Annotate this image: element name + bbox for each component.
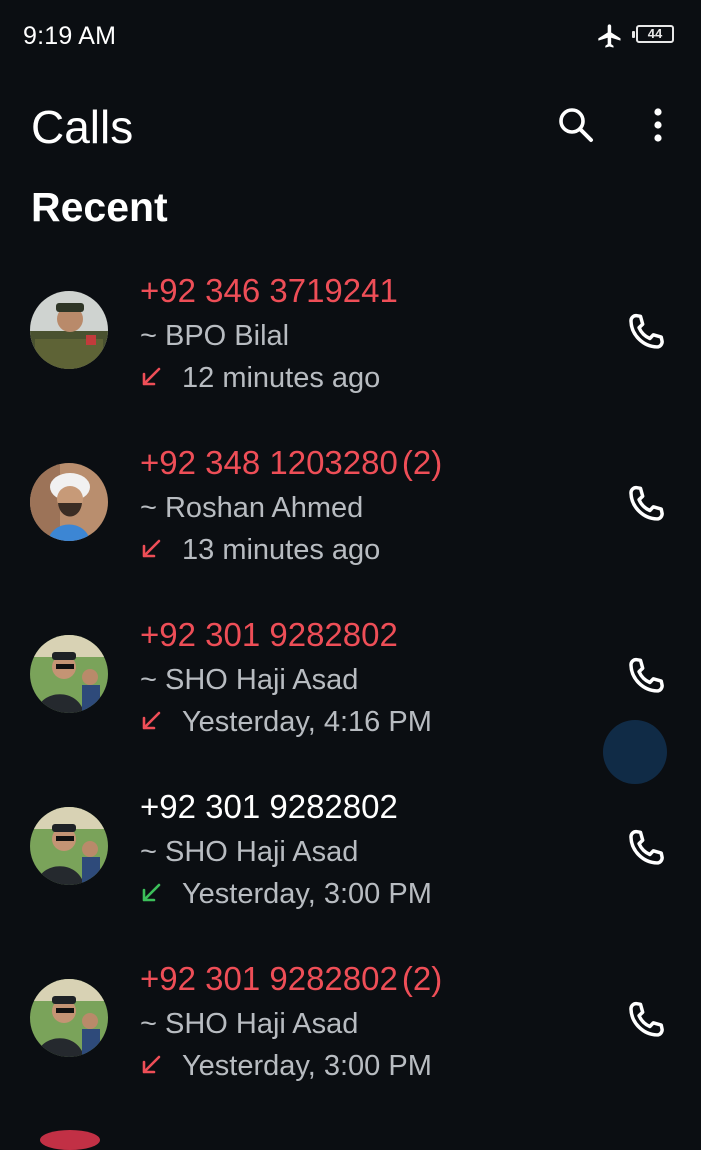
- call-button[interactable]: [624, 655, 668, 699]
- incoming-call-arrow-icon: [142, 883, 161, 902]
- avatar[interactable]: [30, 979, 108, 1057]
- partial-avatar: [40, 1130, 100, 1150]
- phone-icon: [629, 829, 664, 865]
- more-options-icon: [654, 108, 662, 142]
- section-title-recent: Recent: [31, 184, 168, 230]
- battery-icon: 44: [632, 25, 674, 43]
- call-time-line: Yesterday, 3:00 PM: [140, 1050, 432, 1083]
- contact-name: ~ SHO Haji Asad: [140, 836, 359, 868]
- phone-icon: [629, 1001, 664, 1037]
- call-list-item[interactable]: +92 346 3719241 ~ BPO Bilal 12 minutes a…: [0, 258, 701, 430]
- search-icon: [559, 108, 593, 142]
- contact-name: ~ SHO Haji Asad: [140, 1008, 359, 1040]
- call-number: +92 301 9282802: [140, 616, 402, 654]
- call-number-text: +92 348 1203280: [140, 444, 398, 481]
- call-button[interactable]: [624, 483, 668, 527]
- call-time: 13 minutes ago: [182, 534, 381, 566]
- call-number-text: +92 301 9282802: [140, 788, 398, 825]
- call-count: (2): [401, 960, 443, 997]
- call-list: +92 346 3719241 ~ BPO Bilal 12 minutes a…: [0, 258, 701, 1118]
- call-button[interactable]: [624, 311, 668, 355]
- call-count: (2): [401, 444, 443, 481]
- call-number-text: +92 346 3719241: [140, 272, 398, 309]
- call-list-item[interactable]: +92 348 1203280 (2) ~ Roshan Ahmed 13 min…: [0, 430, 701, 602]
- call-time: Yesterday, 3:00 PM: [182, 1050, 432, 1082]
- missed-call-arrow-icon: [142, 1055, 161, 1074]
- call-time: 12 minutes ago: [182, 362, 381, 394]
- airplane-mode-icon: [596, 22, 624, 50]
- call-number: +92 346 3719241: [140, 272, 402, 310]
- avatar[interactable]: [30, 291, 108, 369]
- call-list-item[interactable]: +92 301 9282802 (2) ~ SHO Haji Asad Yeste…: [0, 946, 701, 1118]
- battery-level: 44: [647, 26, 663, 41]
- missed-call-arrow-icon: [142, 539, 161, 558]
- status-time: 9:19 AM: [23, 22, 117, 50]
- call-number: +92 301 9282802: [140, 788, 402, 826]
- phone-icon: [629, 313, 664, 349]
- call-time: Yesterday, 3:00 PM: [182, 878, 432, 910]
- call-number-text: +92 301 9282802: [140, 960, 398, 997]
- contact-name: ~ Roshan Ahmed: [140, 492, 364, 524]
- call-number-text: +92 301 9282802: [140, 616, 398, 653]
- status-bar: 9:19 AM 44: [0, 0, 701, 70]
- avatar[interactable]: [30, 635, 108, 713]
- page-title: Calls: [31, 101, 134, 153]
- more-options-button[interactable]: [640, 104, 676, 146]
- search-button[interactable]: [555, 104, 597, 146]
- call-time-line: Yesterday, 3:00 PM: [140, 878, 432, 911]
- call-number: +92 348 1203280 (2): [140, 444, 442, 482]
- call-button[interactable]: [624, 999, 668, 1043]
- phone-icon: [629, 657, 664, 693]
- avatar[interactable]: [30, 463, 108, 541]
- phone-icon: [629, 485, 664, 521]
- contact-name: ~ BPO Bilal: [140, 320, 290, 352]
- touch-ripple: [603, 720, 667, 784]
- avatar[interactable]: [30, 807, 108, 885]
- call-time: Yesterday, 4:16 PM: [182, 706, 432, 738]
- call-time-line: 12 minutes ago: [140, 362, 380, 395]
- missed-call-arrow-icon: [142, 367, 161, 386]
- call-time-line: Yesterday, 4:16 PM: [140, 706, 432, 739]
- call-number: +92 301 9282802 (2): [140, 960, 442, 998]
- call-list-item[interactable]: +92 301 9282802 ~ SHO Haji Asad Yesterda…: [0, 602, 701, 774]
- call-time-line: 13 minutes ago: [140, 534, 380, 567]
- contact-name: ~ SHO Haji Asad: [140, 664, 359, 696]
- missed-call-arrow-icon: [142, 711, 161, 730]
- call-button[interactable]: [624, 827, 668, 871]
- call-list-item[interactable]: +92 301 9282802 ~ SHO Haji Asad Yesterda…: [0, 774, 701, 946]
